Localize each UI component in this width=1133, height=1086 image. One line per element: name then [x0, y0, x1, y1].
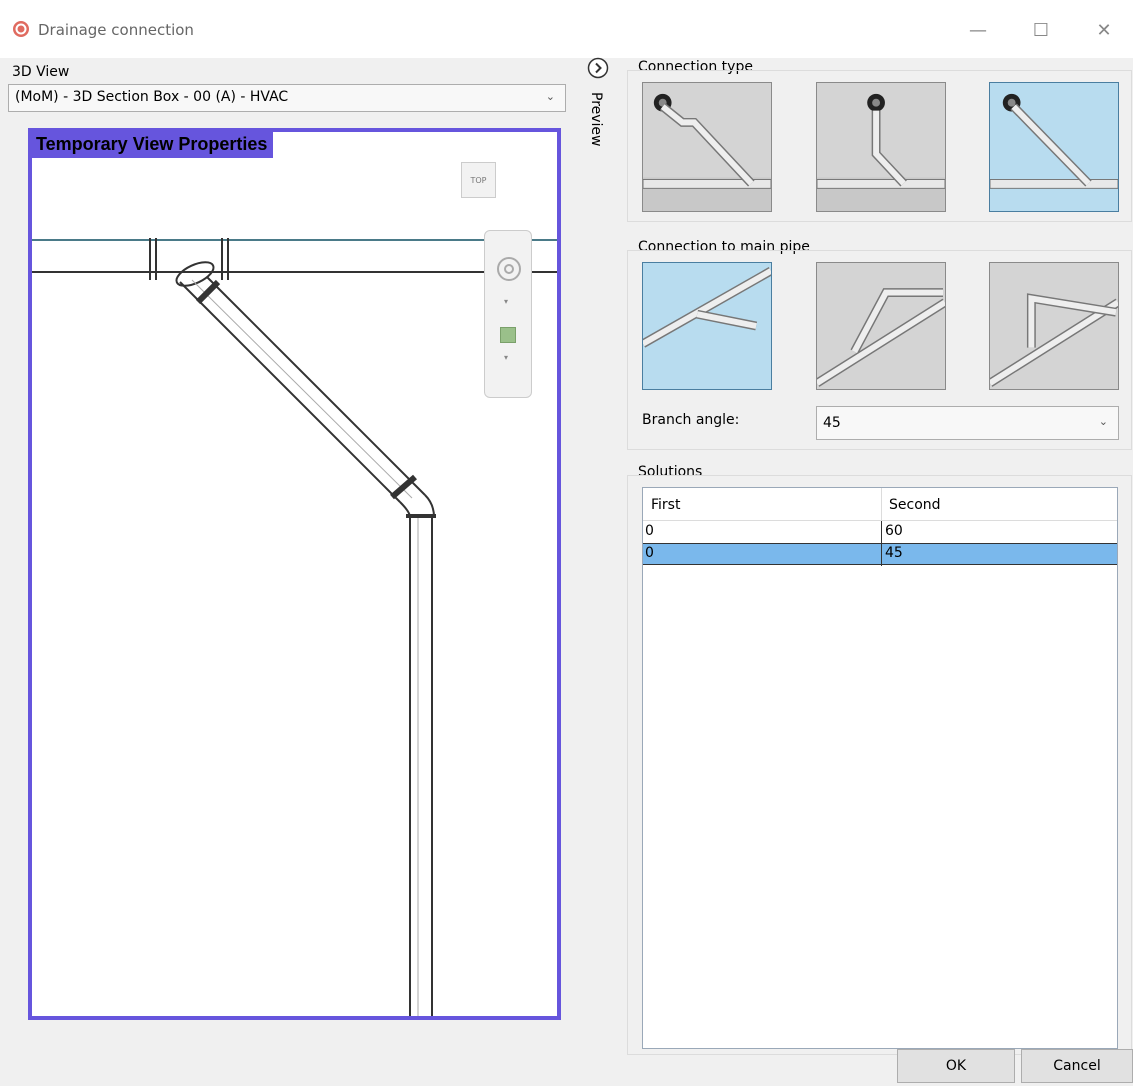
cell-second: 45	[885, 545, 903, 561]
branch-angle-label: Branch angle:	[642, 412, 740, 428]
solutions-header: First Second	[643, 488, 1117, 521]
preview-label[interactable]: Preview	[588, 92, 604, 147]
navigation-bar[interactable]: ▾ ▾	[484, 230, 532, 398]
minimize-button[interactable]: —	[955, 12, 1001, 48]
table-row-selected[interactable]: 0 45	[643, 543, 1117, 566]
cell-first: 0	[645, 523, 654, 539]
branch-angle-select[interactable]: 45 ⌄	[816, 406, 1119, 440]
zoom-dropdown-icon[interactable]: ▾	[504, 353, 508, 362]
connection-main-rise-over[interactable]	[816, 262, 946, 390]
connection-main-horizontal[interactable]	[642, 262, 772, 390]
column-header-second[interactable]: Second	[889, 497, 941, 513]
nav-dropdown-icon[interactable]: ▾	[504, 297, 508, 306]
viewcube[interactable]: TOP	[461, 162, 496, 198]
connection-type-straight-45[interactable]	[989, 82, 1119, 212]
cancel-button[interactable]: Cancel	[1021, 1049, 1133, 1083]
3d-viewport[interactable]: Temporary View Properties TOP ▾ ▾	[28, 128, 561, 1020]
view3d-select-value: (MoM) - 3D Section Box - 00 (A) - HVAC	[15, 89, 289, 105]
cell-second: 60	[885, 523, 903, 539]
maximize-button[interactable]: ☐	[1018, 12, 1064, 48]
window-title: Drainage connection	[38, 21, 194, 39]
ok-button[interactable]: OK	[897, 1049, 1015, 1083]
table-row[interactable]: 0 60	[643, 521, 1117, 543]
connection-main-rise-vertical[interactable]	[989, 262, 1119, 390]
app-logo-icon	[13, 21, 29, 37]
branch-angle-value: 45	[823, 415, 841, 431]
connection-type-vertical-drop[interactable]	[816, 82, 946, 212]
cell-first: 0	[645, 545, 654, 561]
view3d-select[interactable]: (MoM) - 3D Section Box - 00 (A) - HVAC ⌄	[8, 84, 566, 112]
chevron-right-circle-icon[interactable]	[587, 57, 609, 79]
chevron-down-icon: ⌄	[545, 90, 555, 103]
close-button[interactable]: ✕	[1081, 12, 1127, 48]
solutions-table[interactable]: First Second 0 60 0 45	[642, 487, 1118, 1049]
chevron-down-icon: ⌄	[1098, 415, 1108, 428]
zoom-region-icon[interactable]	[500, 327, 516, 343]
pipe-drawing	[32, 238, 557, 1016]
title-bar: Drainage connection — ☐ ✕	[0, 0, 1133, 58]
view3d-label: 3D View	[12, 64, 70, 80]
column-header-first[interactable]: First	[651, 497, 680, 513]
connection-type-angled-offset[interactable]	[642, 82, 772, 212]
steering-wheel-icon[interactable]	[497, 257, 521, 281]
